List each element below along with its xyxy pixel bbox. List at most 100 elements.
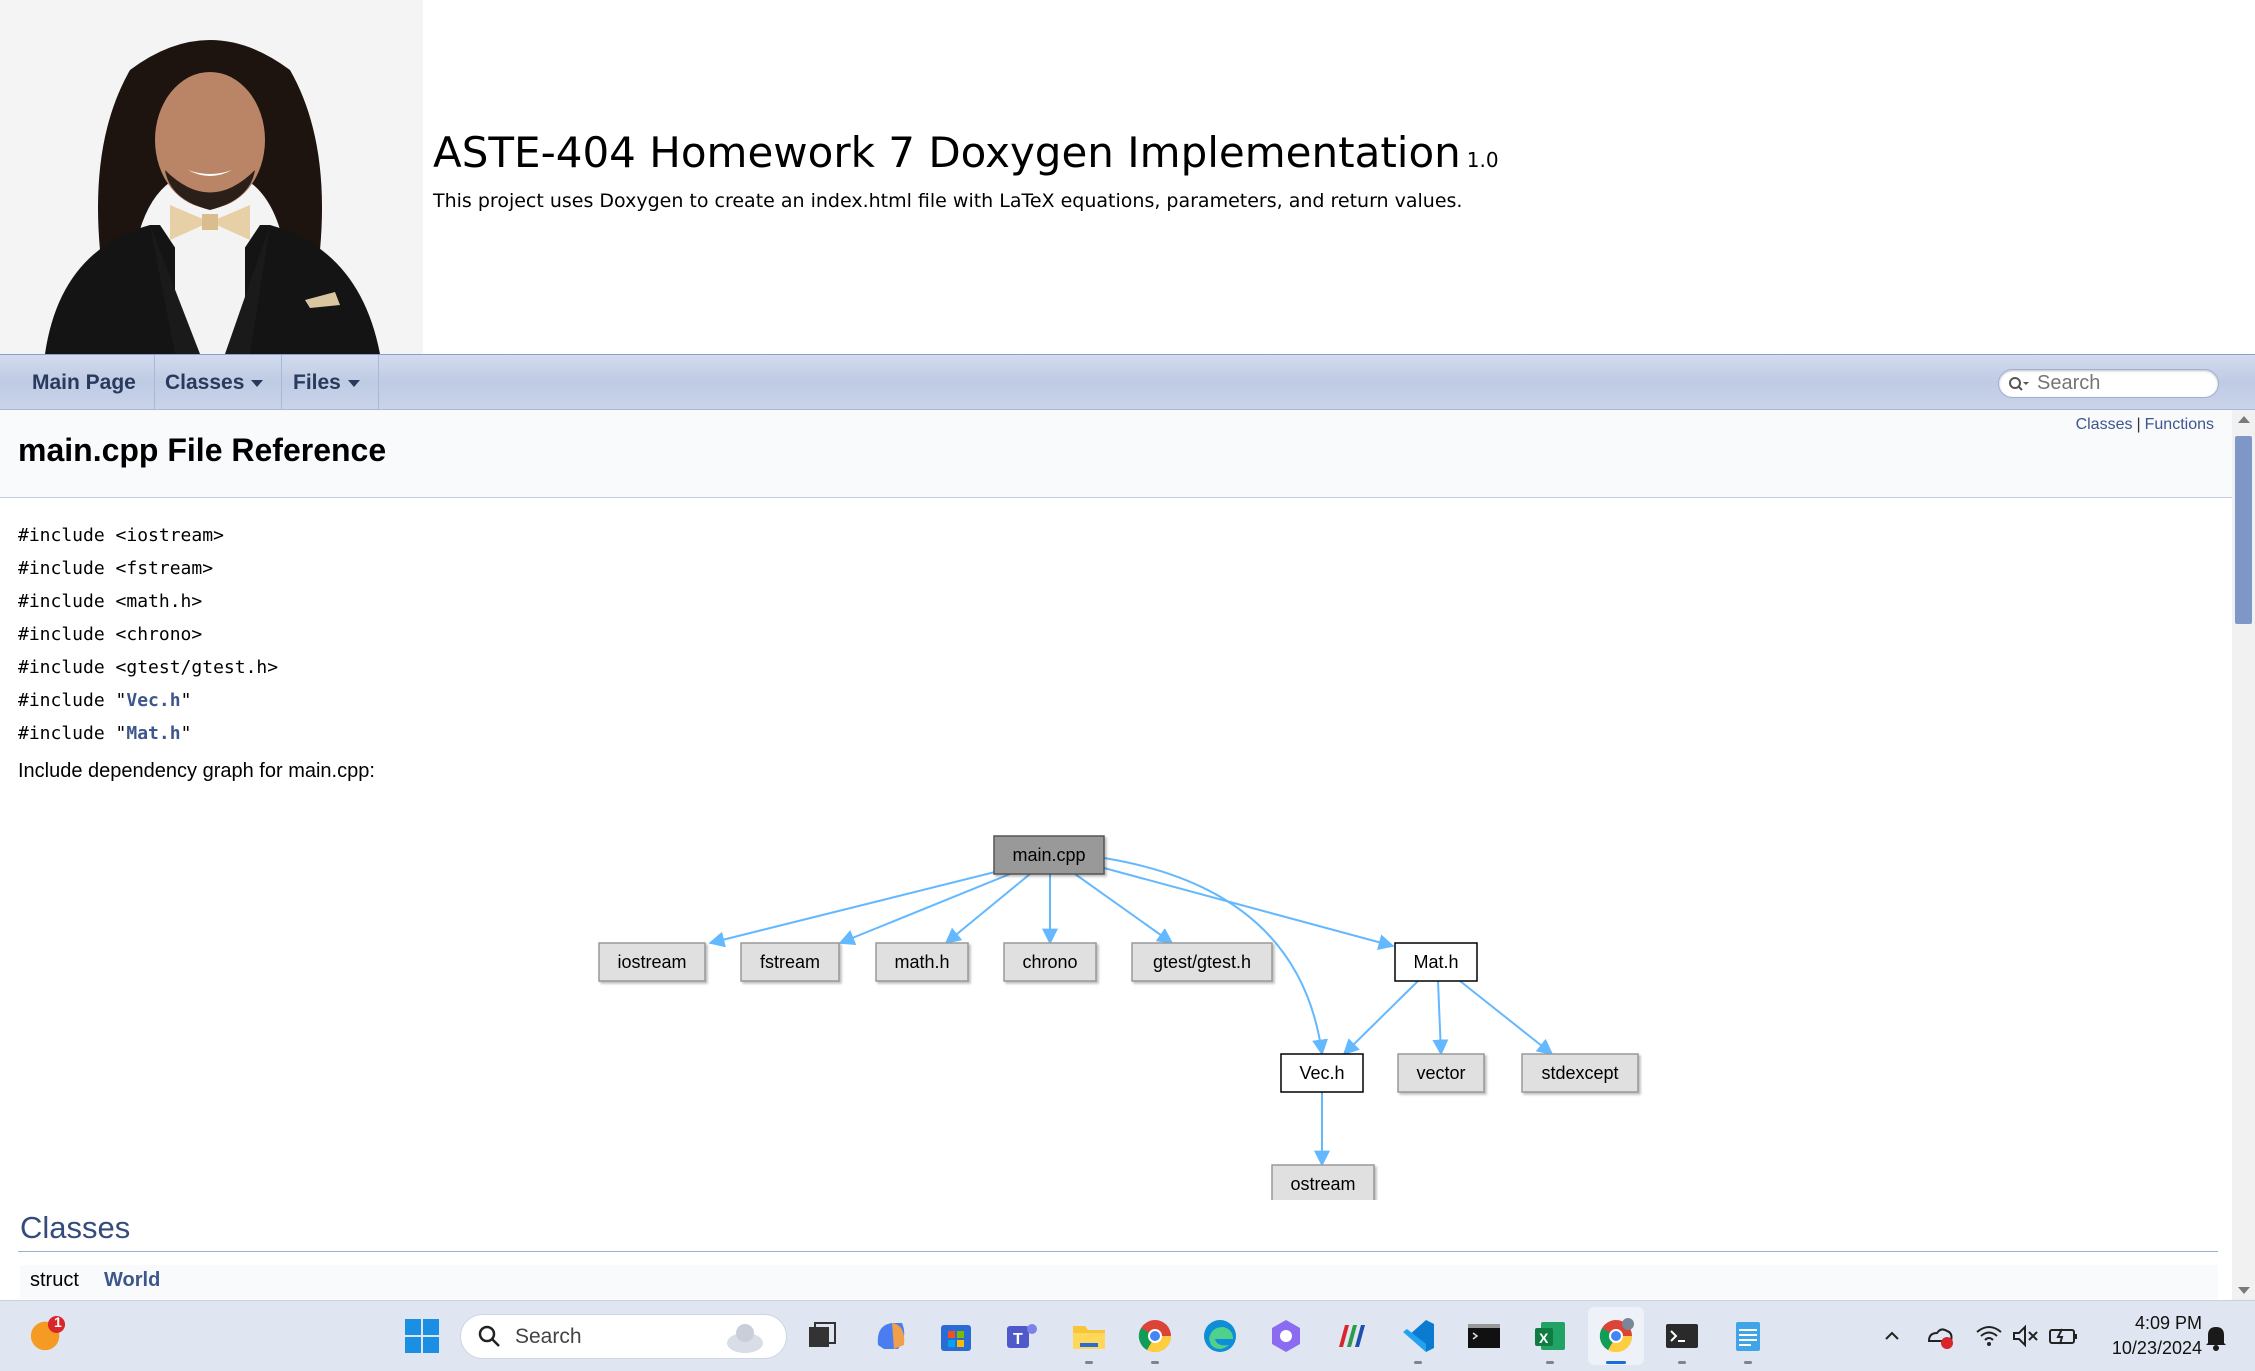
include-line: #include <gtest/gtest.h> xyxy=(18,657,278,678)
active-indicator xyxy=(1606,1361,1626,1364)
graph-nodes: main.cpp iostream fstream math.h chrono gtest… xyxy=(598,835,1639,1200)
onedrive-error-icon[interactable] xyxy=(1925,1321,1955,1351)
graph-node-math-h: math.h xyxy=(875,942,969,982)
vertical-scrollbar[interactable] xyxy=(2232,410,2255,1300)
project-title: ASTE-404 Homework 7 Doxygen Implementati… xyxy=(433,128,1499,177)
nav-classes-label: Classes xyxy=(165,371,245,394)
include-directive: #include " xyxy=(18,723,127,744)
include-line: #include <fstream> xyxy=(18,558,213,579)
class-list-item: struct World xyxy=(20,1265,2218,1299)
copilot-icon[interactable] xyxy=(872,1317,910,1355)
notification-badge: 1 xyxy=(54,1314,62,1330)
graph-edge-mat-h-to-vector xyxy=(1432,980,1449,1056)
graph-node-vector: vector xyxy=(1397,1053,1485,1093)
include-directive: #include <math.h> xyxy=(18,591,203,612)
graph-node-ostream: ostream xyxy=(1271,1164,1375,1200)
include-line: #include <chrono> xyxy=(18,624,202,645)
class-kind: struct xyxy=(30,1269,79,1291)
teams-icon[interactable]: T xyxy=(1003,1317,1041,1355)
nav-files-label: Files xyxy=(293,371,341,394)
graph-node-vec-h[interactable]: Vec.h xyxy=(1280,1053,1364,1093)
graph-edge-main-cpp-to-fstream xyxy=(838,873,1011,945)
page-title: main.cpp File Reference xyxy=(18,432,387,468)
main-navbar: Main Page Classes Files xyxy=(0,354,2255,410)
taskbar-search[interactable]: Search xyxy=(460,1314,787,1359)
search-icon[interactable] xyxy=(2008,376,2030,394)
search-box[interactable] xyxy=(1998,369,2219,398)
summary-links: Classes | Functions xyxy=(2076,416,2214,434)
battery-charging-icon[interactable] xyxy=(2047,1323,2079,1349)
graph-node-mat-h[interactable]: Mat.h xyxy=(1394,942,1478,982)
nav-main-page[interactable]: Main Page xyxy=(14,355,155,410)
volume-muted-icon[interactable] xyxy=(2011,1323,2039,1349)
include-directive: #include <chrono> xyxy=(18,624,203,645)
graph-edge-main-cpp-to-gtest-gtest-h xyxy=(1074,873,1174,944)
include-file-link[interactable]: Mat.h xyxy=(126,723,180,744)
include-directive: #include <gtest/gtest.h> xyxy=(18,657,279,678)
copilot-app-icon[interactable] xyxy=(1267,1317,1305,1355)
svg-text:T: T xyxy=(1013,1331,1023,1348)
edge-icon[interactable] xyxy=(1201,1317,1239,1355)
graph-node-label: stdexcept xyxy=(1541,1063,1618,1083)
running-indicator xyxy=(1546,1361,1554,1364)
nav-main-page-label: Main Page xyxy=(32,371,136,394)
chevron-down-icon xyxy=(347,379,360,387)
taskbar-search-label: Search xyxy=(515,1325,582,1348)
include-directive: #include " xyxy=(18,690,127,711)
chrome-icon[interactable] xyxy=(1136,1317,1174,1355)
graph-edge-main-cpp-to-mat-h xyxy=(1103,867,1395,950)
clock-time: 4:09 PM xyxy=(2134,1313,2202,1333)
chevron-up-icon[interactable] xyxy=(1882,1326,1902,1346)
search-icon xyxy=(478,1325,500,1347)
include-line: #include <math.h> xyxy=(18,591,202,612)
notification-bell-icon[interactable] xyxy=(2203,1323,2229,1351)
clock-date: 10/23/2024 xyxy=(2111,1338,2202,1358)
scrollbar-thumb[interactable] xyxy=(2235,436,2252,624)
start-icon[interactable] xyxy=(403,1317,441,1355)
graph-node-stdexcept: stdexcept xyxy=(1521,1053,1639,1093)
page-title-area: main.cpp File Reference xyxy=(0,410,2232,498)
running-indicator xyxy=(1744,1361,1752,1364)
include-dependency-graph: main.cpp iostream fstream math.h chrono gtest… xyxy=(598,835,1639,1200)
graph-node-label: chrono xyxy=(1022,952,1077,972)
include-line: #include <iostream> xyxy=(18,525,224,546)
nav-files-menu[interactable]: Files xyxy=(275,355,379,410)
task-view-icon[interactable] xyxy=(803,1317,841,1355)
nav-classes-menu[interactable]: Classes xyxy=(147,355,283,410)
terminal-alt-icon[interactable] xyxy=(1663,1317,1701,1355)
notepad-icon[interactable] xyxy=(1729,1317,1767,1355)
include-file-link[interactable]: Vec.h xyxy=(126,690,180,711)
graph-node-label: gtest/gtest.h xyxy=(1153,952,1251,972)
include-quote: " xyxy=(180,723,192,744)
search-input[interactable] xyxy=(2037,373,2212,394)
graph-node-fstream: fstream xyxy=(740,942,840,982)
search-highlight-icon xyxy=(727,1324,763,1353)
file-explorer-icon[interactable] xyxy=(1070,1317,1108,1355)
graph-edge-main-cpp-to-math-h xyxy=(944,873,1031,945)
chrome-profile-icon[interactable] xyxy=(1597,1317,1635,1355)
graph-edge-mat-h-to-vec-h xyxy=(1342,980,1419,1056)
include-line: #include "Vec.h" xyxy=(18,690,191,711)
matlab-icon[interactable] xyxy=(1333,1317,1371,1355)
chevron-down-icon xyxy=(251,379,264,387)
terminal-icon[interactable] xyxy=(1465,1317,1503,1355)
scroll-up-arrow-icon[interactable] xyxy=(2238,416,2250,423)
scroll-down-arrow-icon[interactable] xyxy=(2238,1287,2250,1294)
project-header: ASTE-404 Homework 7 Doxygen Implementati… xyxy=(0,0,2255,354)
summary-link-classes[interactable]: Classes xyxy=(2076,416,2133,433)
classes-section-heading: Classes xyxy=(20,1210,131,1245)
class-link-world[interactable]: World xyxy=(104,1269,160,1292)
section-divider xyxy=(18,1251,2218,1252)
wifi-icon[interactable] xyxy=(1975,1323,2003,1349)
summary-separator: | xyxy=(2136,416,2141,433)
vscode-icon[interactable] xyxy=(1399,1317,1437,1355)
summary-link-functions[interactable]: Functions xyxy=(2145,416,2214,433)
project-number: 1.0 xyxy=(1466,148,1499,172)
graph-edge-mat-h-to-stdexcept xyxy=(1459,980,1554,1055)
running-indicator xyxy=(1085,1361,1093,1364)
store-icon[interactable] xyxy=(937,1317,975,1355)
graph-node-gtest-gtest-h: gtest/gtest.h xyxy=(1131,942,1273,982)
taskbar-clock[interactable]: 4:09 PM 10/23/2024 xyxy=(2090,1311,2202,1361)
running-indicator xyxy=(1678,1361,1686,1364)
excel-icon[interactable]: X xyxy=(1531,1317,1569,1355)
